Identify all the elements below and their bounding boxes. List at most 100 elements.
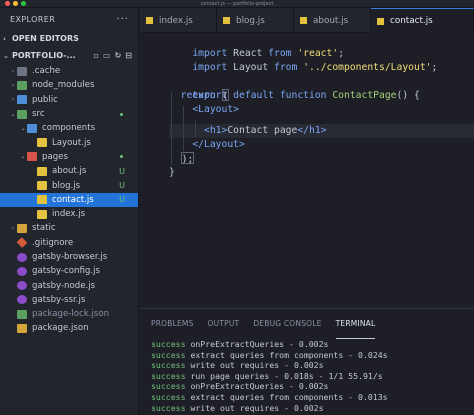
punctuation: ; (431, 62, 438, 73)
panel-tab-terminal[interactable]: TERMINAL (335, 309, 376, 339)
tree-item[interactable]: › .cache (0, 64, 138, 78)
refresh-icon[interactable]: ↻ (115, 51, 122, 60)
open-editors-label: OPEN EDITORS (12, 34, 79, 43)
tree-item[interactable]: gatsby-browser.js (0, 250, 138, 264)
chevron-down-icon: ⌄ (10, 110, 16, 118)
tree-item[interactable]: .gitignore (0, 236, 138, 250)
tree-item-label: components (42, 123, 96, 134)
editor-tabbar: index.js blog.js about.js contact.js (140, 8, 474, 33)
jsx-tag: <Layout> (192, 104, 240, 115)
punctuation: () { (396, 90, 420, 101)
explorer-sidebar: EXPLORER ··· › OPEN EDITORS ⌄ PORTFOLIO-… (0, 8, 139, 415)
folder-icon (27, 123, 37, 133)
code-line-1: import React from 'react'; (169, 33, 344, 59)
js-file-icon (37, 166, 47, 176)
tree-item-label: package.json (32, 323, 89, 334)
jsx-tag: <h1> (204, 125, 228, 136)
gatsby-file-icon (17, 266, 27, 276)
tree-item[interactable]: package-lock.json (0, 307, 138, 321)
project-section[interactable]: ⌄ PORTFOLIO-... ▫ ▭ ↻ ⊟ (0, 47, 138, 64)
code-line-4: export default function ContactPage() { (169, 75, 420, 101)
keyword: function (274, 90, 327, 101)
tree-item-label: src (32, 109, 45, 120)
git-status-badge: U (119, 181, 125, 191)
new-file-icon[interactable]: ▫ (94, 51, 99, 60)
code-line-6: <Layout> (169, 103, 239, 117)
open-editors-section[interactable]: › OPEN EDITORS (0, 30, 138, 47)
tree-item[interactable]: › static (0, 221, 138, 235)
js-file-icon (223, 17, 230, 24)
tree-item[interactable]: Layout.js (0, 135, 138, 149)
tree-item[interactable]: about.js U (0, 164, 138, 178)
terminal-text: onPreExtractQueries - 0.002s (185, 339, 329, 349)
tree-item-label: gatsby-browser.js (32, 252, 108, 262)
jsx-text: Contact page (227, 125, 298, 136)
tab-label: index.js (159, 15, 193, 26)
jsx-tag: </Layout> (192, 139, 245, 150)
terminal-line: success write out requires - 0.002s (151, 360, 474, 371)
git-status-badge: U (119, 166, 125, 176)
tree-item[interactable]: index.js (0, 207, 138, 221)
file-tree: › .cache › node_modules › public ⌄ src ⌄ componen… (0, 64, 138, 336)
terminal-line: success extract queries from components … (151, 350, 474, 361)
git-modified-dot (120, 155, 123, 159)
terminal-text: extract queries from components - 0.013s (185, 391, 388, 402)
tree-item[interactable]: gatsby-ssr.js (0, 293, 138, 307)
terminal-line: success extract queries from components … (151, 392, 474, 403)
tree-item[interactable]: blog.js U (0, 178, 138, 192)
tab-contact-js[interactable]: contact.js (371, 8, 474, 33)
folder-icon (27, 152, 37, 162)
terminal-status: success (151, 370, 186, 381)
keyword: import (192, 62, 228, 73)
git-file-icon (16, 237, 28, 249)
tab-index-js[interactable]: index.js (140, 8, 217, 33)
tree-item[interactable]: › public (0, 93, 138, 107)
terminal-status: success (151, 360, 186, 371)
keyword: from (274, 62, 298, 73)
js-file-icon (37, 138, 47, 148)
tree-item-label: blog.js (52, 180, 81, 191)
tree-item[interactable]: ⌄ pages (0, 150, 138, 164)
ellipsis-icon[interactable]: ··· (116, 14, 129, 25)
tree-item-label: pages (42, 151, 68, 162)
panel-tab-debug-console[interactable]: DEBUG CONSOLE (253, 309, 321, 339)
tree-item-label: gatsby-node.js (32, 280, 96, 291)
tree-item-label: node_modules (32, 80, 95, 91)
tree-item[interactable]: ⌄ components (0, 121, 138, 135)
terminal-output[interactable]: success onPreExtractQueries - 0.002s succ… (140, 339, 474, 415)
tree-item[interactable]: ⌄ src (0, 107, 138, 121)
tree-item[interactable]: › node_modules (0, 78, 138, 92)
gatsby-file-icon (17, 295, 27, 305)
chevron-right-icon: › (3, 34, 6, 43)
js-file-icon (146, 17, 153, 24)
tab-blog-js[interactable]: blog.js (217, 8, 294, 33)
tab-label: about.js (313, 15, 349, 26)
new-folder-icon[interactable]: ▭ (103, 51, 111, 60)
collapse-all-icon[interactable]: ⊟ (125, 51, 132, 60)
code-line-9: ); (169, 152, 195, 166)
window-titlebar: contact.js — portfolio-project (0, 0, 474, 8)
tree-item-label: .cache (32, 66, 61, 77)
tree-item[interactable]: contact.js U (0, 192, 138, 207)
tab-label: contact.js (390, 16, 433, 26)
chevron-down-icon: ⌄ (20, 124, 26, 132)
tree-item[interactable]: package.json (0, 321, 138, 335)
terminal-line: success run page queries - 0.018s - 1/1 … (151, 371, 474, 382)
bracket-match: ); (180, 152, 195, 165)
keyword: return (180, 90, 216, 101)
code-editor[interactable]: import React from 'react'; import Layout… (140, 33, 474, 308)
tree-item[interactable]: gatsby-config.js (0, 264, 138, 278)
code-line-7: <h1>Contact page</h1> (169, 124, 327, 138)
terminal-status: success (151, 339, 186, 349)
panel-tab-problems[interactable]: PROBLEMS (151, 309, 194, 339)
terminal-status: success (151, 381, 186, 392)
tab-about-js[interactable]: about.js (294, 8, 371, 33)
terminal-text: write out requires - 0.002s (185, 402, 324, 413)
folder-icon (17, 66, 27, 76)
chevron-down-icon: ⌄ (3, 51, 9, 60)
chevron-right-icon: › (11, 96, 15, 104)
tree-item-label: Layout.js (52, 137, 91, 148)
git-modified-dot (120, 112, 123, 116)
panel-tab-output[interactable]: OUTPUT (208, 309, 240, 339)
tree-item[interactable]: gatsby-node.js (0, 278, 138, 292)
